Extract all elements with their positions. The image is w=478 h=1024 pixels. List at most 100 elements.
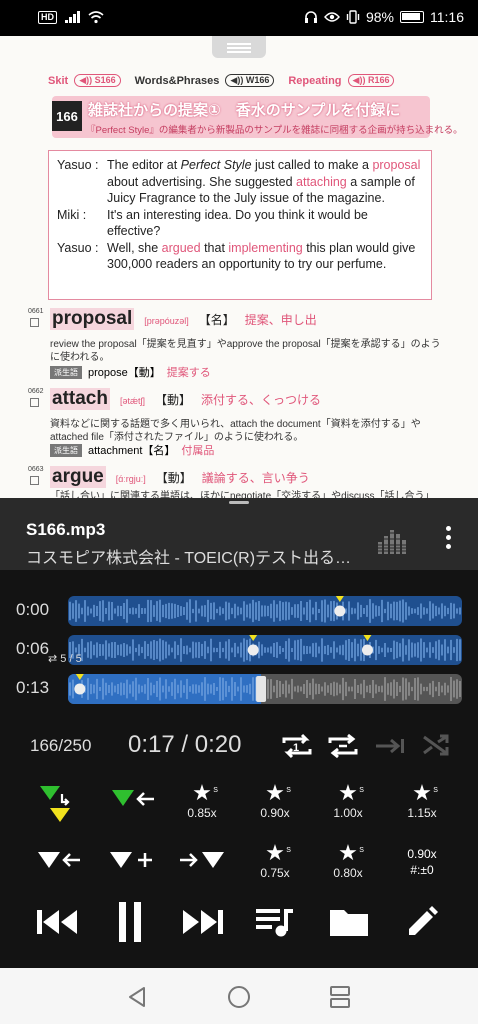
pencil-icon xyxy=(409,906,438,935)
entry-word: attach xyxy=(50,388,110,410)
speed-status: 0.90x #:±0 xyxy=(392,846,452,890)
entry-checkbox[interactable] xyxy=(30,476,39,485)
marker-knob xyxy=(74,683,86,695)
battery-icon xyxy=(400,11,424,23)
current-speed: 0.90x xyxy=(407,847,437,861)
entry-description: review the proposal「提案を見直す」やapprove the … xyxy=(50,339,441,363)
dialog-line: Yasuo : The editor at Perfect Style just… xyxy=(57,157,423,207)
vocab-entry: 0662 attach [ətǽtʃ] 【動】 添付する、くっつける 資料などに… xyxy=(28,388,448,468)
marker-jump-button[interactable] xyxy=(26,782,86,826)
entry-meaning: 添付する、くっつける xyxy=(201,393,322,407)
speed-label: 1.15x xyxy=(407,806,437,820)
shuffle-icon xyxy=(423,734,449,756)
waveform[interactable] xyxy=(68,635,462,665)
unit-subtitle: 『Perfect Style』の編集者から新製品のサンプルを雑誌に同梱する企画が… xyxy=(86,125,463,136)
entry-description: 「話し合い」に関連する単語は、ほかにnegotiate「交渉する」やdiscus… xyxy=(50,491,435,498)
edit-button[interactable] xyxy=(400,902,444,942)
entry-pronunciation: [ɑ́ːrgjuː] xyxy=(115,474,146,484)
equalizer-icon[interactable] xyxy=(376,522,410,556)
repeat-one-button[interactable]: 1 xyxy=(278,730,316,762)
playhead-handle xyxy=(256,676,267,702)
pause-button[interactable] xyxy=(110,902,150,942)
speaker-name: Yasuo : xyxy=(57,240,99,255)
repeating-label: Repeating xyxy=(288,74,342,87)
marker-plus-icon xyxy=(110,852,152,868)
speed-button[interactable]: ★ S 0.90x xyxy=(245,782,305,826)
speed-label: 0.90x xyxy=(260,806,290,820)
marker-prev-button[interactable] xyxy=(28,846,88,890)
skip-next-icon xyxy=(183,910,223,934)
marker-add-button[interactable] xyxy=(100,846,160,890)
waveform-row[interactable]: 0:13 xyxy=(0,674,478,704)
playlist-icon xyxy=(256,909,293,937)
speed-label: 0.75x xyxy=(260,866,290,880)
entry-meaning: 提案、申し出 xyxy=(244,313,317,327)
arrow-to-bar-icon xyxy=(376,738,404,754)
waveform-row[interactable]: 0:00 xyxy=(0,596,478,626)
next-button[interactable] xyxy=(178,902,228,942)
speed-button[interactable]: ★ S 0.75x xyxy=(245,842,305,886)
unit-title: 雑誌社からの提案① 香水のサンプルを付録に xyxy=(88,102,401,119)
panel-drag-handle[interactable] xyxy=(229,501,249,504)
entry-pos: 【動】 xyxy=(154,393,191,407)
skip-to-end-button[interactable] xyxy=(372,732,408,760)
loop-icon: ⇄ xyxy=(48,653,58,665)
pause-icon xyxy=(119,902,141,942)
entry-checkbox[interactable] xyxy=(30,318,39,327)
marker-next-button[interactable] xyxy=(174,846,234,890)
star-icon: ★ S xyxy=(338,780,364,805)
headphones-icon xyxy=(304,11,317,23)
eye-icon xyxy=(324,12,340,22)
repeating-chip: ◀)) R166 xyxy=(347,74,395,87)
unit-number: 166 xyxy=(52,101,82,131)
speed-button[interactable]: ★ S 1.00x xyxy=(318,782,378,826)
back-icon[interactable] xyxy=(126,986,148,1008)
repeat-icon xyxy=(328,733,358,759)
entry-checkbox[interactable] xyxy=(30,398,39,407)
document-page[interactable]: Skit ◀)) S166 Words&Phrases ◀)) W166 Rep… xyxy=(0,36,478,498)
dialog-text: Well, she argued that implementing this … xyxy=(107,240,416,272)
speaker-name: Miki : xyxy=(57,207,87,222)
waveform-row-time: 0:13 xyxy=(16,678,50,697)
entry-pronunciation: [prəpóuzəl] xyxy=(144,316,189,326)
speed-button[interactable]: ★ S 0.80x xyxy=(318,842,378,886)
previous-button[interactable] xyxy=(32,902,82,942)
speed-button[interactable]: ★ S 0.85x xyxy=(172,782,232,826)
page-handle[interactable] xyxy=(212,36,266,58)
phrases-chip: ◀)) W166 xyxy=(225,74,275,87)
home-icon[interactable] xyxy=(227,985,251,1009)
playlist-button[interactable] xyxy=(252,902,298,942)
phrases-label: Words&Phrases xyxy=(134,74,220,87)
entry-pos: 【名】 xyxy=(198,313,235,327)
waveform[interactable] xyxy=(68,674,462,704)
entry-index: 0663 xyxy=(28,466,44,473)
battery-percent: 98% xyxy=(365,9,394,25)
speed-label: 1.00x xyxy=(333,806,363,820)
folder-button[interactable] xyxy=(326,902,372,942)
star-icon: ★ S xyxy=(192,780,218,805)
audio-tag-row: Skit ◀)) S166 Words&Phrases ◀)) W166 Rep… xyxy=(48,74,395,87)
repeat-ab-button[interactable] xyxy=(324,730,362,762)
speed-label: 0.85x xyxy=(187,806,217,820)
skit-label: Skit xyxy=(48,74,69,87)
more-options-icon[interactable] xyxy=(444,526,452,552)
marker-back-button[interactable] xyxy=(102,786,162,830)
clock: 11:16 xyxy=(430,9,464,25)
recents-icon[interactable] xyxy=(329,985,351,1009)
star-icon: ★ S xyxy=(265,840,291,865)
shuffle-button[interactable] xyxy=(420,730,452,760)
dialog-text: It's an interesting idea. Do you think i… xyxy=(107,207,368,239)
skit-chip: ◀)) S166 xyxy=(74,74,121,87)
speed-button[interactable]: ★ S 1.15x xyxy=(392,782,452,826)
marker-left-arrow-icon xyxy=(112,790,154,806)
unit-banner: 166 雑誌社からの提案① 香水のサンプルを付録に 『Perfect Style… xyxy=(52,96,463,138)
dialog-line: Yasuo : Well, she argued that implementi… xyxy=(57,240,423,273)
dialog-text: The editor at Perfect Style just called … xyxy=(107,158,421,205)
pitch-value: #:±0 xyxy=(410,863,434,877)
entry-index: 0662 xyxy=(28,388,44,395)
signal-icon xyxy=(65,11,80,23)
marker-knob xyxy=(334,605,346,617)
track-subtitle: コスモピア株式会社 - TOEIC(R)テスト出る… xyxy=(26,550,352,567)
waveform[interactable] xyxy=(68,596,462,626)
marker-knob xyxy=(247,644,259,656)
